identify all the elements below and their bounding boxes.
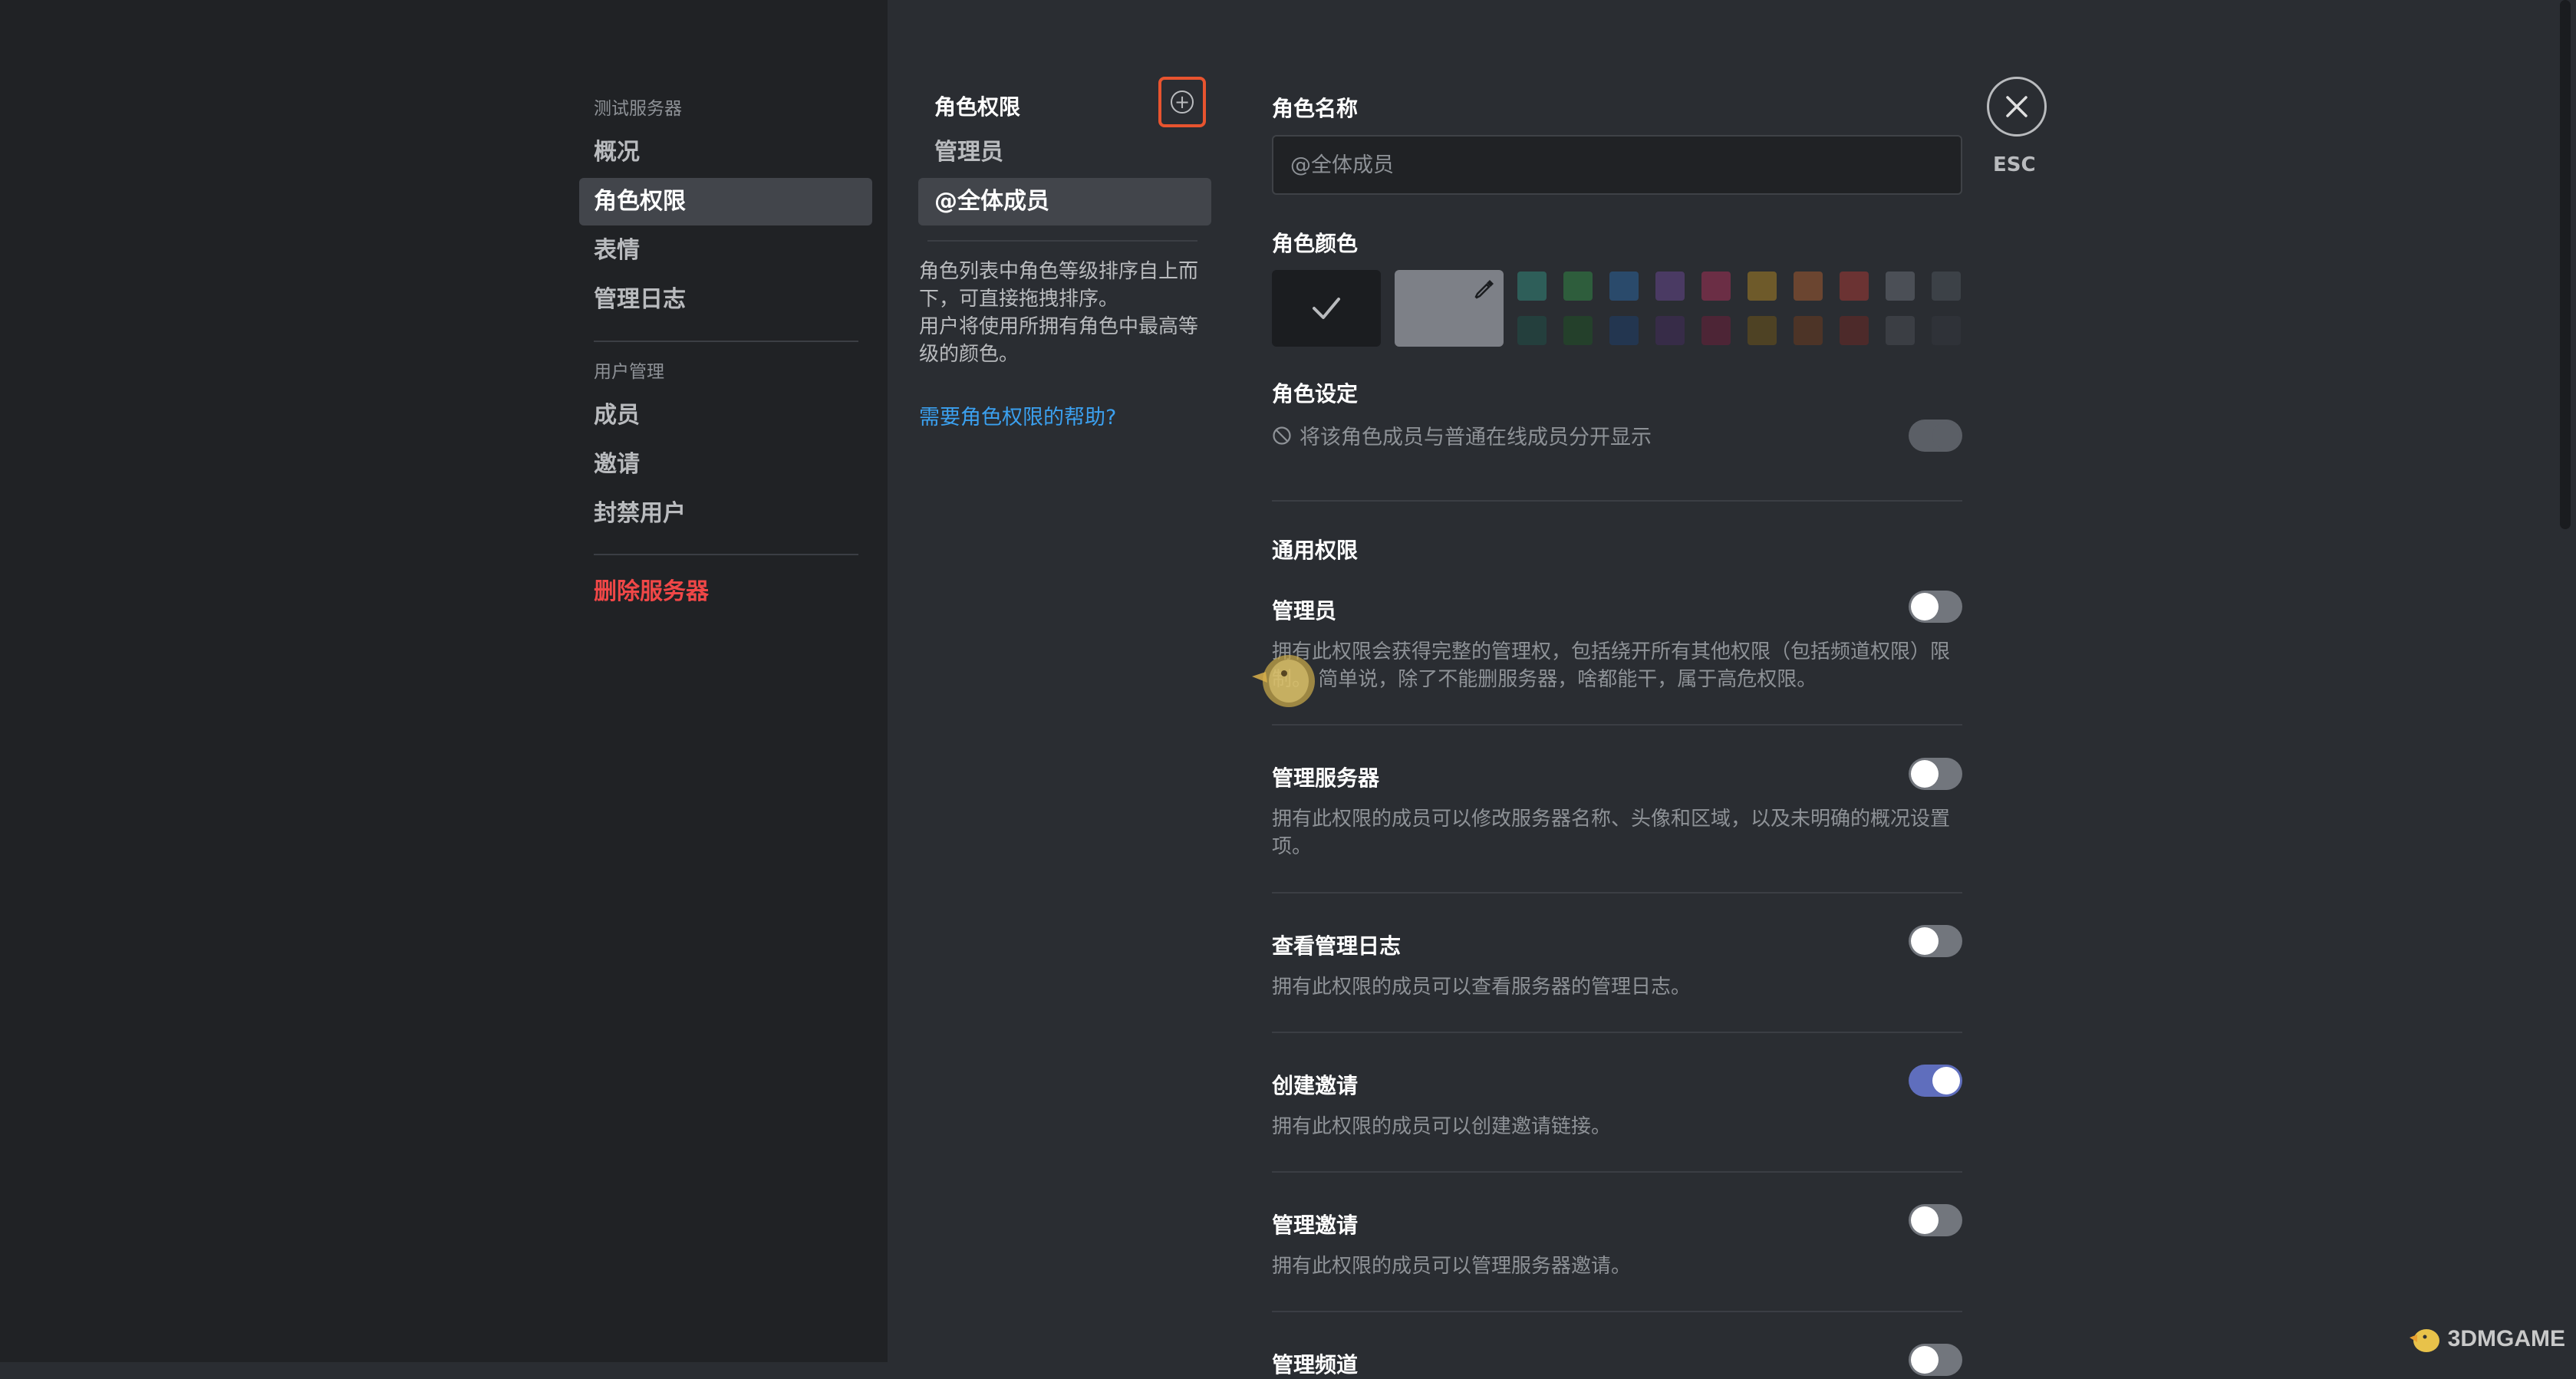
permission-toggle-manage-invites[interactable] — [1909, 1204, 1962, 1236]
color-swatch[interactable] — [1655, 272, 1685, 301]
permission-description: 拥有此权限的成员可以查看服务器的管理日志。 — [1272, 976, 1692, 999]
hoist-description: 将该角色成员与普通在线成员分开显示 — [1300, 426, 1652, 449]
section-divider — [1272, 500, 1962, 502]
nav-item-overview[interactable]: 概况 — [579, 129, 872, 176]
color-swatch[interactable] — [1701, 272, 1731, 301]
color-swatch[interactable] — [1563, 316, 1593, 345]
permission-divider — [1272, 1311, 1962, 1312]
nav-item-bans[interactable]: 封禁用户 — [579, 490, 872, 538]
permission-divider — [1272, 1171, 1962, 1173]
delete-server-button[interactable]: 删除服务器 — [579, 568, 872, 616]
permission-divider — [1272, 1032, 1962, 1033]
permission-title: 管理员 — [1272, 598, 1337, 624]
close-icon — [2006, 96, 2028, 117]
color-swatch[interactable] — [1748, 316, 1777, 345]
permission-divider — [1272, 892, 1962, 894]
permission-title: 管理邀请 — [1272, 1213, 1359, 1238]
settings-sidebar: 测试服务器 概况 角色权限 表情 管理日志 用户管理 成员 邀请 封禁用户 删除… — [0, 0, 888, 1362]
nav-item-roles[interactable]: 角色权限 — [579, 178, 872, 225]
color-swatch[interactable] — [1609, 272, 1639, 301]
brand-watermark: 3DMGAME — [2408, 1324, 2565, 1354]
nav-item-invites[interactable]: 邀请 — [579, 441, 872, 489]
color-swatch[interactable] — [1748, 272, 1777, 301]
color-swatch[interactable] — [1655, 316, 1685, 345]
color-swatch[interactable] — [1932, 272, 1961, 301]
roles-divider — [927, 240, 1197, 242]
role-settings-label: 角色设定 — [1272, 381, 1359, 406]
role-item-admin[interactable]: 管理员 — [918, 129, 1211, 176]
permission-description: 拥有此权限的成员可以修改服务器名称、头像和区域，以及未明确的概况设置项。 — [1272, 808, 1951, 858]
plus-circle-icon: + — [1171, 91, 1194, 114]
permission-toggle-manage-server[interactable] — [1909, 758, 1962, 790]
default-color-swatch[interactable] — [1272, 270, 1381, 347]
roles-help-line: 角色列表中角色等级排序自上而下，可直接拖拽排序。 — [919, 260, 1199, 311]
permission-toggle-view-audit-log[interactable] — [1909, 925, 1962, 957]
permission-toggle-administrator[interactable] — [1909, 591, 1962, 623]
server-name-heading: 测试服务器 — [594, 99, 682, 119]
nav-item-members[interactable]: 成员 — [579, 392, 872, 439]
nav-divider — [594, 554, 858, 555]
eyedropper-icon — [1474, 280, 1494, 299]
hoist-toggle — [1909, 420, 1962, 452]
color-swatch[interactable] — [1794, 272, 1823, 301]
permission-title: 管理服务器 — [1272, 765, 1380, 791]
color-swatch[interactable] — [1517, 272, 1547, 301]
roles-help-link[interactable]: 需要角色权限的帮助? — [919, 400, 1116, 430]
color-swatch[interactable] — [1840, 272, 1869, 301]
esc-label: ESC — [1993, 153, 2036, 176]
permission-description: 拥有此权限的成员可以创建邀请链接。 — [1272, 1115, 1612, 1138]
ban-icon — [1273, 426, 1291, 445]
permission-toggle-create-invite[interactable] — [1909, 1065, 1962, 1097]
roles-list-title: 角色权限 — [934, 94, 1021, 120]
close-button[interactable] — [1987, 77, 2047, 137]
add-role-button[interactable]: + — [1158, 77, 1206, 127]
role-name-label: 角色名称 — [1272, 96, 1359, 121]
roles-help-text: 角色列表中角色等级排序自上而下，可直接拖拽排序。 用户将使用所拥有角色中最高等级… — [919, 258, 1214, 368]
watermark-mascot-icon — [1252, 655, 1315, 707]
nav-divider — [594, 341, 858, 342]
permission-title: 创建邀请 — [1272, 1073, 1359, 1098]
permission-title: 管理频道 — [1272, 1352, 1359, 1377]
color-swatch[interactable] — [1932, 316, 1961, 345]
nav-item-audit-log[interactable]: 管理日志 — [579, 276, 872, 324]
role-color-label: 角色颜色 — [1272, 231, 1359, 256]
roles-help-line: 用户将使用所拥有角色中最高等级的颜色。 — [919, 315, 1199, 366]
permission-description: 拥有此权限会获得完整的管理权，包括绕开所有其他权限（包括频道权限）限制。 简单说… — [1272, 640, 1951, 691]
checkmark-icon — [1313, 298, 1340, 319]
color-swatch[interactable] — [1840, 316, 1869, 345]
permission-description: 拥有此权限的成员可以管理服务器邀请。 — [1272, 1255, 1632, 1278]
color-swatch[interactable] — [1886, 272, 1915, 301]
user-management-heading: 用户管理 — [594, 362, 664, 382]
color-swatch[interactable] — [1609, 316, 1639, 345]
permission-title: 查看管理日志 — [1272, 933, 1402, 959]
nav-item-emoji[interactable]: 表情 — [579, 227, 872, 275]
custom-color-swatch[interactable] — [1395, 270, 1504, 347]
general-permissions-heading: 通用权限 — [1272, 538, 1359, 563]
permission-toggle-manage-channels[interactable] — [1909, 1344, 1962, 1376]
hoist-setting: 将该角色成员与普通在线成员分开显示 — [1272, 420, 1652, 450]
role-name-input[interactable] — [1272, 135, 1962, 195]
scrollbar[interactable] — [2560, 0, 2571, 529]
color-swatch[interactable] — [1794, 316, 1823, 345]
color-swatch[interactable] — [1886, 316, 1915, 345]
role-item-everyone[interactable]: @全体成员 — [918, 178, 1211, 225]
color-swatch[interactable] — [1563, 272, 1593, 301]
permission-divider — [1272, 724, 1962, 726]
color-swatch[interactable] — [1517, 316, 1547, 345]
color-swatch[interactable] — [1701, 316, 1731, 345]
brand-text: 3DMGAME — [2447, 1326, 2565, 1351]
brand-logo-icon — [2409, 1329, 2439, 1352]
